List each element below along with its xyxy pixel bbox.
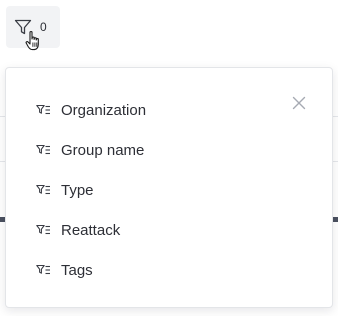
- filter-option-label: Type: [61, 181, 94, 199]
- filter-option-tags[interactable]: Tags: [6, 250, 286, 290]
- page: 0 Organization Group name Type Reattack …: [0, 0, 338, 316]
- filter-option-label: Organization: [61, 101, 147, 119]
- filter-options-list: Organization Group name Type Reattack Ta…: [6, 90, 286, 290]
- filter-popover: Organization Group name Type Reattack Ta…: [5, 67, 333, 308]
- filter-option-type[interactable]: Type: [6, 170, 286, 210]
- filter-option-label: Group name: [61, 141, 145, 159]
- close-icon: [292, 96, 306, 110]
- background-element: [333, 217, 338, 222]
- filter-list-icon: [36, 184, 50, 195]
- filter-option-label: Reattack: [61, 221, 121, 239]
- filter-count: 0: [40, 20, 47, 34]
- filter-option-group-name[interactable]: Group name: [6, 130, 286, 170]
- filter-list-icon: [36, 104, 50, 115]
- funnel-icon: [14, 19, 32, 35]
- filter-list-icon: [36, 224, 50, 235]
- close-button[interactable]: [291, 95, 307, 111]
- filter-option-label: Tags: [61, 261, 93, 279]
- filter-option-reattack[interactable]: Reattack: [6, 210, 286, 250]
- filter-option-organization[interactable]: Organization: [6, 90, 286, 130]
- filter-button[interactable]: 0: [6, 6, 60, 48]
- filter-list-icon: [36, 144, 50, 155]
- filter-list-icon: [36, 264, 50, 275]
